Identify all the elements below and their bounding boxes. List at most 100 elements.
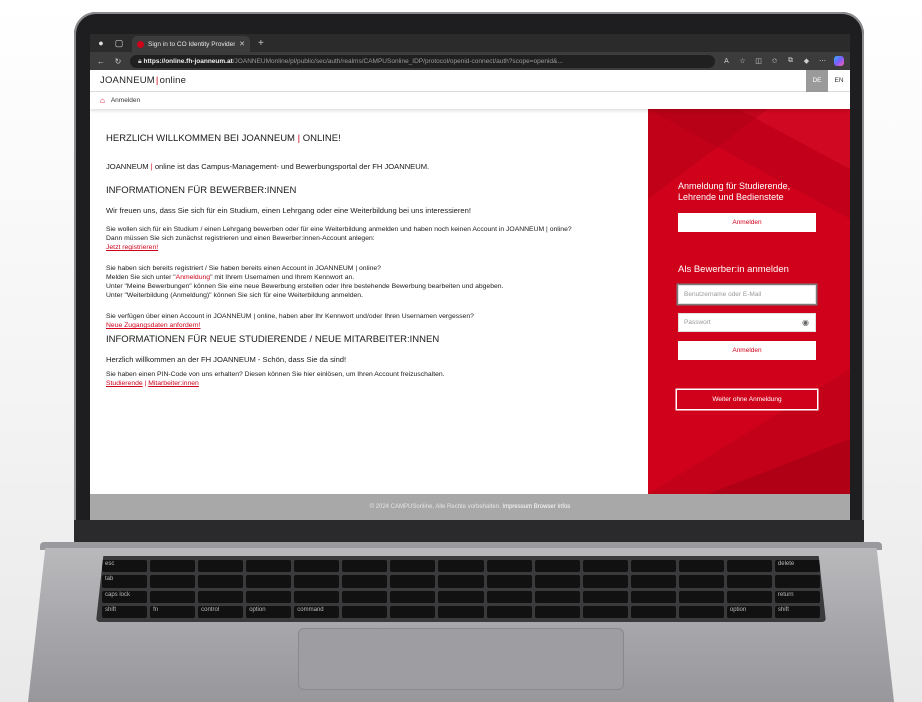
keyboard-key [678, 575, 724, 588]
keyboard-key: control [198, 605, 244, 618]
site-favicon-icon [137, 40, 144, 48]
applicant-login-heading: Als Bewerber:in anmelden [678, 264, 789, 275]
profile-icon[interactable]: ● [96, 38, 106, 48]
keyboard-key [342, 605, 388, 618]
keyboard-key [582, 560, 628, 573]
forgot-credentials-link[interactable]: Neue Zugangsdaten anfordern! [106, 321, 648, 330]
keyboard-key [390, 560, 436, 573]
keyboard-key [534, 605, 580, 618]
apply-line-2: Dann müssen Sie sich zunächst registrier… [106, 235, 375, 242]
keyboard-key [390, 605, 436, 618]
keyboard-key [150, 560, 196, 573]
new-students-lead: Herzlich willkommen an der FH JOANNEUM -… [106, 355, 347, 364]
keyboard-key [150, 590, 196, 603]
keyboard-key: option [246, 605, 292, 618]
pin-line: Sie haben einen PIN-Code von uns erhalte… [106, 371, 445, 378]
keyboard-key [150, 575, 196, 588]
url-field[interactable]: 🔒︎ https://online.fh-joanneum.at/JOANNEU… [130, 54, 715, 68]
breadcrumb-current: Anmelden [110, 97, 141, 104]
keyboard-key [438, 605, 484, 618]
tab-actions-icon[interactable]: ▢ [114, 38, 124, 48]
keyboard-key: command [294, 605, 340, 618]
back-icon[interactable]: ← [96, 57, 106, 66]
keyboard-key: option [726, 605, 772, 618]
reload-icon[interactable]: ↻ [113, 57, 123, 66]
keyboard: esc delete tab caps lock return shift fn… [96, 556, 826, 622]
read-aloud-icon[interactable]: A [722, 58, 731, 65]
keyboard-key [534, 560, 580, 573]
keyboard-key [438, 560, 484, 573]
app-header: JOANNEUM|online DE EN [90, 70, 850, 92]
split-screen-icon[interactable]: ◫ [754, 57, 763, 65]
staff-login-button[interactable]: Anmelden [678, 213, 816, 232]
keyboard-key [582, 590, 628, 603]
laptop-screen: ● ▢ Sign in to CO Identity Provider ✕ + … [90, 34, 850, 520]
keyboard-key [294, 560, 340, 573]
new-students-heading: INFORMATIONEN FÜR NEUE STUDIERENDE / NEU… [106, 334, 440, 345]
trackpad [298, 628, 624, 690]
browser-info-link[interactable]: Browser Infos [534, 504, 571, 510]
browser-tab[interactable]: Sign in to CO Identity Provider ✕ [132, 36, 250, 52]
keyboard-key [486, 560, 532, 573]
registered-line-1: Sie haben sich bereits registriert / Sie… [106, 265, 381, 272]
pin-links: Studierende | Mitarbeiter:innen [106, 380, 199, 387]
eye-icon[interactable]: ◉ [802, 314, 809, 331]
close-icon[interactable]: ✕ [239, 40, 245, 48]
password-input[interactable]: Passwort ◉ [678, 313, 816, 332]
keyboard-key [198, 575, 244, 588]
lock-icon: 🔒︎ [138, 57, 142, 65]
forgot-line: Sie verfügen über einen Account in JOANN… [106, 313, 474, 320]
favorite-star-icon[interactable]: ☆ [738, 57, 747, 65]
keyboard-key [246, 560, 292, 573]
keyboard-key [246, 590, 292, 603]
keyboard-key [534, 590, 580, 603]
keyboard-key: return [774, 590, 820, 603]
keyboard-key [582, 605, 628, 618]
applicant-login-button[interactable]: Anmelden [678, 341, 816, 360]
keyboard-key: esc [102, 560, 148, 573]
applicants-heading: INFORMATIONEN FÜR BEWERBER:INNEN [106, 185, 297, 196]
impressum-link[interactable]: Impressum [502, 504, 532, 510]
continue-without-login-button[interactable]: Weiter ohne Anmeldung [677, 390, 817, 409]
keyboard-key [390, 575, 436, 588]
copilot-icon[interactable] [834, 56, 844, 66]
keyboard-key [630, 575, 676, 588]
keyboard-key [198, 590, 244, 603]
lang-en-button[interactable]: EN [828, 70, 850, 92]
keyboard-key [630, 560, 676, 573]
staff-link[interactable]: Mitarbeiter:innen [148, 380, 199, 387]
register-link[interactable]: Jetzt registrieren! [106, 243, 648, 252]
keyboard-key: tab [102, 575, 148, 588]
lang-de-button[interactable]: DE [806, 70, 828, 92]
language-switcher: DE EN [806, 70, 850, 92]
keyboard-key [486, 575, 532, 588]
url-path: /JOANNEUMonline/pl/public/sec/auth/realm… [232, 57, 563, 65]
more-icon[interactable]: ⋯ [818, 57, 827, 65]
new-tab-icon[interactable]: + [258, 38, 264, 49]
keyboard-key: fn [150, 605, 196, 618]
keyboard-key [726, 590, 772, 603]
keyboard-key [246, 575, 292, 588]
collections-icon[interactable]: ⧉ [786, 57, 795, 65]
anmeldung-link[interactable]: Anmeldung [176, 274, 210, 281]
favorites-icon[interactable]: ✩ [770, 57, 779, 65]
keyboard-key [342, 590, 388, 603]
keyboard-key [342, 575, 388, 588]
username-input[interactable]: Benutzername oder E-Mail [678, 285, 816, 304]
keyboard-key [630, 590, 676, 603]
breadcrumb: ⌂ Anmelden [90, 92, 850, 109]
extensions-icon[interactable]: ◆ [802, 57, 811, 65]
keyboard-key [486, 590, 532, 603]
home-icon[interactable]: ⌂ [100, 96, 105, 105]
joanneum-online-logo[interactable]: JOANNEUM|online [100, 75, 186, 86]
registered-line-4: Unter "Weiterbildung (Anmeldung)" können… [106, 292, 363, 299]
copyright-text: © 2024 CAMPUSonline. Alle Rechte vorbeha… [369, 504, 501, 510]
keyboard-key [486, 605, 532, 618]
keyboard-key [582, 575, 628, 588]
url-host: https://online.fh-joanneum.at [143, 57, 233, 65]
students-link[interactable]: Studierende [106, 380, 143, 387]
keyboard-key [294, 575, 340, 588]
main-content: HERZLICH WILLKOMMEN BEI JOANNEUM | ONLIN… [90, 109, 850, 494]
keyboard-key [294, 590, 340, 603]
keyboard-key [726, 560, 772, 573]
